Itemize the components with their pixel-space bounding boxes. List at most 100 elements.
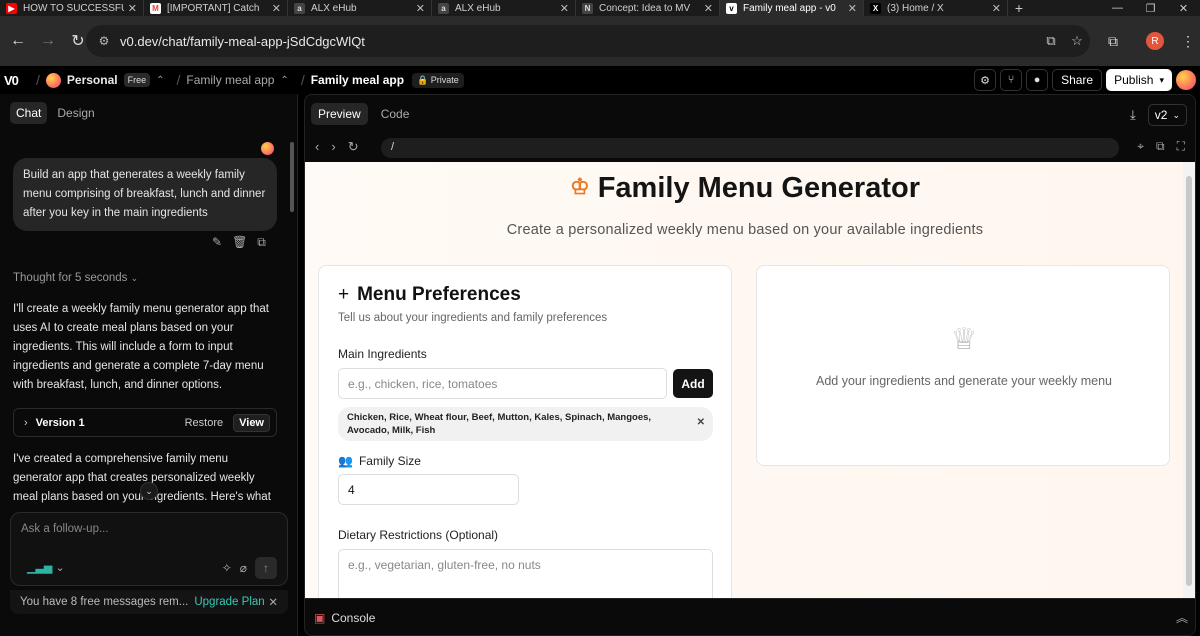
x-icon: X (870, 2, 881, 14)
console-bar[interactable]: ▣ Console ︽ (305, 598, 1195, 635)
menu-icon[interactable]: ⋮ (1176, 32, 1200, 50)
close-icon[interactable]: ✕ (848, 2, 857, 15)
version-card[interactable]: › Version 1 Restore View (13, 408, 277, 437)
workspace-name[interactable]: Personal (67, 73, 118, 87)
add-ingredient-button[interactable]: Add (673, 369, 713, 398)
user-message: Build an app that generates a weekly fam… (13, 158, 277, 231)
refresh-icon[interactable]: ↻ (348, 139, 359, 155)
browser-tab-active[interactable]: v Family meal app - v0 ✕ (720, 0, 864, 16)
version-select[interactable]: v2 ⌄ (1147, 104, 1187, 126)
site-info-icon[interactable]: ⚙ (90, 34, 118, 48)
family-size-input[interactable]: 4 (338, 474, 519, 505)
install-app-icon[interactable]: ⧉ (1038, 33, 1064, 49)
download-icon[interactable]: ⤓ (1130, 107, 1136, 123)
tab-preview[interactable]: Preview (311, 103, 368, 125)
browser-tab[interactable]: X (3) Home / X ✕ (864, 0, 1008, 16)
chat-scrollbar[interactable] (290, 142, 294, 212)
remove-chip-icon[interactable]: ✕ (697, 416, 705, 429)
publish-button[interactable]: Publish ▾ (1106, 69, 1172, 91)
close-icon[interactable]: ✕ (560, 2, 569, 15)
github-icon[interactable]: ● (1026, 69, 1049, 91)
edit-icon[interactable]: ✎ (212, 235, 222, 250)
preview-scrollbar[interactable] (1183, 162, 1195, 598)
forward-icon[interactable]: › (331, 139, 335, 155)
profile-avatar[interactable]: R (1146, 32, 1164, 50)
close-icon[interactable]: ✕ (416, 2, 425, 15)
ingredients-input[interactable]: e.g., chicken, rice, tomatoes (338, 368, 667, 399)
app-header: V0 / Personal Free ⌃ / Family meal app ⌃… (0, 66, 1200, 94)
plan-badge: Free (123, 73, 151, 87)
close-icon[interactable]: ✕ (992, 2, 1001, 15)
tab-design[interactable]: Design (51, 102, 100, 124)
alx-icon: a (438, 2, 449, 14)
browser-tab[interactable]: ▶ HOW TO SUCCESSFU ✕ (0, 0, 144, 16)
expand-up-icon[interactable]: ︽ (1176, 609, 1188, 626)
send-button[interactable]: ↑ (255, 557, 277, 579)
v0-logo[interactable]: V0 (4, 73, 30, 88)
open-new-window-icon[interactable]: ⧉ (1156, 139, 1165, 154)
composer-actions: ✧ ⌀ ↑ (222, 557, 277, 579)
view-button[interactable]: View (233, 413, 270, 432)
preview-actions: ⤓ v2 ⌄ (1130, 104, 1187, 126)
minimize-icon[interactable]: — (1101, 0, 1134, 16)
browser-tab[interactable]: M [IMPORTANT] Catch ✕ (144, 0, 288, 16)
url-text[interactable]: v0.dev/chat/family-meal-app-jSdCdgcWlQt (120, 34, 1038, 49)
tab-code[interactable]: Code (374, 103, 417, 125)
chat-title[interactable]: Family meal app (311, 73, 404, 87)
scroll-thumb[interactable] (1186, 176, 1192, 586)
publish-label: Publish (1114, 73, 1154, 87)
fullscreen-icon[interactable]: ⛶ (1177, 139, 1185, 154)
composer-input[interactable]: Ask a follow-up... (21, 523, 109, 535)
separator: / (36, 72, 40, 88)
user-avatar[interactable] (1176, 70, 1196, 90)
message-actions: ✎ 🗑 ⧉ (212, 235, 266, 250)
inspect-cursor-icon[interactable]: ⌖ (1137, 139, 1144, 154)
share-button[interactable]: Share (1052, 69, 1103, 91)
thought-toggle[interactable]: Thought for 5 seconds ⌄ (13, 272, 138, 284)
close-icon[interactable]: ✕ (128, 2, 137, 15)
tab-label: ALX eHub (455, 2, 501, 14)
restore-icon[interactable]: ❐ (1134, 0, 1167, 16)
browser-tab[interactable]: a ALX eHub ✕ (288, 0, 432, 16)
close-icon[interactable]: ✕ (268, 595, 278, 609)
extensions-icon[interactable]: ⧉ (1101, 32, 1125, 50)
copy-icon[interactable]: ⧉ (257, 235, 266, 250)
scroll-down-button[interactable]: ⌄ (140, 482, 158, 500)
privacy-badge: 🔒 Private (412, 72, 464, 88)
project-breadcrumb[interactable]: Family meal app (186, 73, 274, 87)
dietary-input[interactable]: e.g., vegetarian, gluten-free, no nuts (338, 549, 713, 598)
tab-chat[interactable]: Chat (10, 102, 48, 124)
card-description: Tell us about your ingredients and famil… (338, 312, 608, 324)
new-tab-button[interactable]: + (1008, 0, 1030, 16)
fork-icon[interactable]: ⑂ (1000, 69, 1023, 91)
browser-tab[interactable]: N Concept: Idea to MV ✕ (576, 0, 720, 16)
bookmark-star-icon[interactable]: ☆ (1064, 33, 1090, 49)
app-preview-frame: ♔ Family Menu Generator Create a personal… (305, 162, 1185, 598)
page-subtitle: Create a personalized weekly menu based … (506, 222, 984, 238)
close-icon[interactable]: ✕ (272, 2, 281, 15)
model-signal-icon[interactable]: ▁▃▅ ⌄ (27, 561, 65, 574)
window-controls: — ❐ ✕ (1101, 0, 1200, 16)
delete-icon[interactable]: 🗑 (232, 235, 247, 250)
chevron-updown-icon[interactable]: ⌃ (156, 75, 164, 86)
close-window-icon[interactable]: ✕ (1167, 0, 1200, 16)
chevron-down-icon: ⌄ (130, 273, 139, 283)
back-icon[interactable]: ← (4, 27, 32, 55)
preview-path-input[interactable]: / (381, 138, 1119, 158)
upgrade-plan-link[interactable]: Upgrade Plan (194, 596, 264, 608)
chevron-updown-icon[interactable]: ⌃ (280, 75, 288, 86)
close-icon[interactable]: ✕ (704, 2, 713, 15)
forward-icon[interactable]: → (34, 27, 62, 55)
preview-tabs: Preview Code (311, 103, 416, 125)
attach-icon[interactable]: ⌀ (240, 561, 247, 575)
browser-tab[interactable]: a ALX eHub ✕ (432, 0, 576, 16)
chat-composer[interactable]: Ask a follow-up... ▁▃▅ ⌄ ✧ ⌀ ↑ (10, 512, 288, 586)
plus-icon: + (338, 284, 350, 305)
restore-button[interactable]: Restore (185, 417, 224, 429)
separator: / (176, 72, 181, 88)
address-bar[interactable]: ⚙ v0.dev/chat/family-meal-app-jSdCdgcWlQ… (86, 25, 1090, 57)
sparkle-icon[interactable]: ✧ (222, 561, 232, 575)
settings-gear-icon[interactable]: ⚙ (974, 69, 997, 91)
alx-icon: a (294, 2, 305, 14)
back-icon[interactable]: ‹ (315, 139, 319, 155)
